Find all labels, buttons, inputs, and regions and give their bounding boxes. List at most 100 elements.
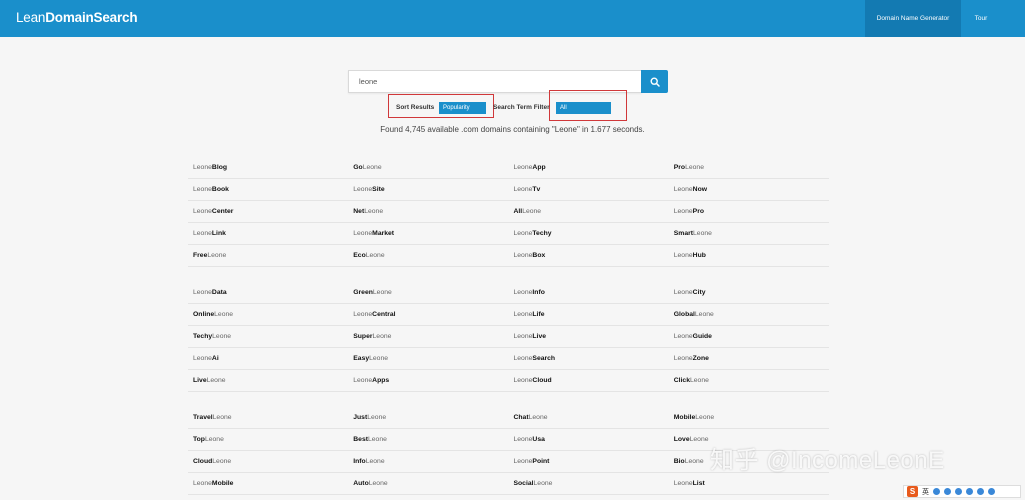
sogou-logo[interactable]: S: [907, 486, 918, 497]
domain-result[interactable]: BestLeone: [348, 429, 509, 451]
skin-icon[interactable]: [977, 488, 984, 495]
domain-result[interactable]: GlobalLeone: [668, 304, 829, 326]
ime-lang[interactable]: 英: [922, 487, 929, 497]
menu-icon[interactable]: [988, 488, 995, 495]
domain-result[interactable]: LeoneBook: [188, 179, 349, 201]
domain-result[interactable]: LeoneApp: [508, 157, 669, 179]
domain-result[interactable]: ChatLeone: [508, 407, 669, 429]
domain-part: Leone: [193, 289, 212, 296]
domain-result[interactable]: LeoneCentral: [348, 304, 509, 326]
domain-result[interactable]: SocialLeone: [508, 473, 669, 495]
domain-result[interactable]: CloudLeone: [188, 451, 349, 473]
domain-result[interactable]: LeoneUsa: [508, 429, 669, 451]
domain-result[interactable]: LeoneZone: [668, 348, 829, 370]
domain-result[interactable]: LeoneSite: [348, 179, 509, 201]
domain-part: Leone: [353, 230, 373, 237]
domain-result[interactable]: LeoneHub: [668, 245, 829, 267]
domain-result[interactable]: LeoneData: [188, 282, 349, 304]
domain-part: Leone: [690, 377, 709, 384]
domain-part: Leone: [362, 164, 382, 171]
domain-part: Book: [211, 186, 229, 193]
nav-domain-name-generator[interactable]: Domain Name Generator: [865, 0, 961, 37]
domain-part: Leone: [364, 208, 384, 215]
domain-part: App: [532, 164, 546, 171]
site-logo[interactable]: LeanDomainSearch: [16, 10, 138, 25]
domain-part: Info: [353, 458, 366, 465]
search-term-filter-select[interactable]: All: [556, 102, 611, 114]
search-icon: [649, 76, 660, 87]
domain-result[interactable]: LeoneLive: [508, 326, 669, 348]
domain-part: Leone: [693, 230, 712, 237]
domain-part: Leone: [212, 414, 232, 421]
domain-result[interactable]: LeoneSearch: [508, 348, 669, 370]
domain-part: Leone: [365, 252, 385, 259]
domain-result[interactable]: LeoneLife: [508, 304, 669, 326]
domain-result[interactable]: ClickLeone: [668, 370, 829, 392]
domain-result[interactable]: LeonePro: [668, 201, 829, 223]
domain-part: Leone: [372, 333, 392, 340]
domain-part: Leone: [193, 186, 212, 193]
domain-result[interactable]: AutoLeone: [348, 473, 509, 495]
domain-result[interactable]: LeoneNow: [668, 179, 829, 201]
domain-result[interactable]: EcoLeone: [348, 245, 509, 267]
domain-part: Bio: [673, 458, 685, 465]
domain-part: Leone: [685, 164, 704, 171]
emoji-icon[interactable]: [933, 488, 940, 495]
domain-result[interactable]: LeoneLink: [188, 223, 349, 245]
domain-part: Ai: [211, 355, 219, 362]
domain-result[interactable]: AllLeone: [508, 201, 669, 223]
domain-result[interactable]: OnlineLeone: [188, 304, 349, 326]
domain-result[interactable]: TopLeone: [188, 429, 349, 451]
domain-result[interactable]: EasyLeone: [348, 348, 509, 370]
domain-result[interactable]: LeoneGuide: [668, 326, 829, 348]
domain-result[interactable]: TechyLeone: [188, 326, 349, 348]
domain-part: Go: [353, 164, 363, 171]
sort-results-label: Sort Results: [396, 104, 435, 111]
domain-part: Auto: [353, 480, 369, 487]
domain-result[interactable]: LeoneBox: [508, 245, 669, 267]
domain-result[interactable]: LeoneInfo: [508, 282, 669, 304]
domain-result[interactable]: LeoneList: [668, 473, 829, 495]
settings-icon[interactable]: [944, 488, 951, 495]
sort-results-select[interactable]: Popularity: [439, 102, 486, 114]
domain-result[interactable]: LiveLeone: [188, 370, 349, 392]
nav-tour[interactable]: Tour: [961, 0, 1001, 37]
domain-part: Info: [532, 289, 545, 296]
domain-result[interactable]: GreenLeone: [348, 282, 509, 304]
domain-result[interactable]: LeoneCity: [668, 282, 829, 304]
domain-result[interactable]: GoLeone: [348, 157, 509, 179]
domain-part: Data: [211, 289, 227, 296]
domain-result[interactable]: SmartLeone: [668, 223, 829, 245]
search-button[interactable]: [641, 70, 668, 93]
keyboard-icon[interactable]: [966, 488, 973, 495]
domain-result[interactable]: ProLeone: [668, 157, 829, 179]
domain-part: Leone: [367, 414, 387, 421]
domain-result[interactable]: LeoneCloud: [508, 370, 669, 392]
domain-part: Social: [513, 480, 534, 487]
domain-result[interactable]: LeonePoint: [508, 451, 669, 473]
domain-result[interactable]: NetLeone: [348, 201, 509, 223]
domain-result[interactable]: SuperLeone: [348, 326, 509, 348]
domain-result[interactable]: LeoneBlog: [188, 157, 349, 179]
domain-result[interactable]: MobileLeone: [668, 407, 829, 429]
domain-result[interactable]: LeoneCenter: [188, 201, 349, 223]
domain-result[interactable]: LeoneApps: [348, 370, 509, 392]
domain-part: Life: [532, 311, 545, 318]
domain-result[interactable]: LeoneMarket: [348, 223, 509, 245]
domain-result[interactable]: LeoneTechy: [508, 223, 669, 245]
domain-result[interactable]: LeoneMobile: [188, 473, 349, 495]
domain-part: Leone: [513, 186, 533, 193]
domain-part: Green: [353, 289, 373, 296]
domain-part: Leone: [673, 333, 693, 340]
mic-icon[interactable]: [955, 488, 962, 495]
domain-result[interactable]: TravelLeone: [188, 407, 349, 429]
domain-result[interactable]: LeoneTv: [508, 179, 669, 201]
domain-result[interactable]: InfoLeone: [348, 451, 509, 473]
domain-part: Leone: [212, 333, 232, 340]
domain-result[interactable]: FreeLeone: [188, 245, 349, 267]
domain-part: Global: [673, 311, 695, 318]
results-summary: Found 4,745 available .com domains conta…: [380, 125, 645, 134]
domain-result[interactable]: JustLeone: [348, 407, 509, 429]
domain-result[interactable]: LeoneAi: [188, 348, 349, 370]
domain-part: Leone: [513, 436, 533, 443]
